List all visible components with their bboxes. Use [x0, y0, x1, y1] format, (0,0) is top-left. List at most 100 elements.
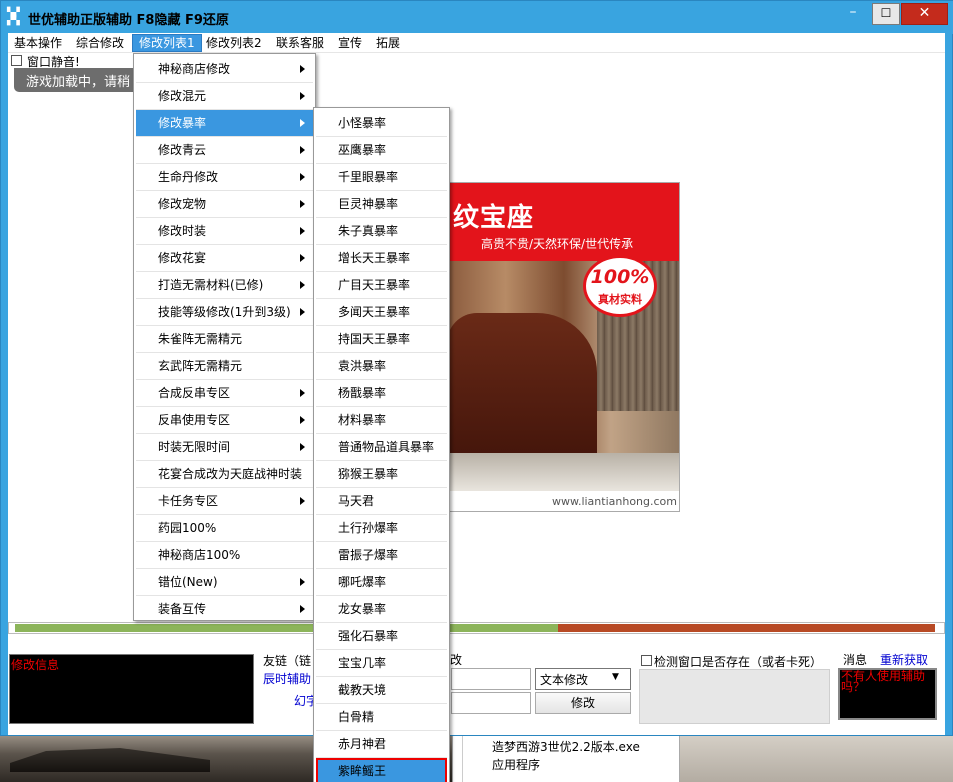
menu1-item[interactable]: 技能等级修改(1升到3级): [136, 299, 313, 325]
ad-subtitle: 高贵不贵/天然环保/世代传承: [481, 237, 634, 251]
menu1-item[interactable]: 生命丹修改: [136, 164, 313, 190]
menu2-item[interactable]: 巫鹰暴率: [316, 137, 447, 163]
menubar-item-2[interactable]: 修改列表1: [132, 34, 202, 52]
menu2-item[interactable]: 广目天王暴率: [316, 272, 447, 298]
messages-textbox[interactable]: 不有人使用辅助吗？: [838, 668, 937, 720]
menu1-item[interactable]: 装备互传: [136, 596, 313, 622]
menubar-item-0[interactable]: 基本操作: [8, 34, 68, 52]
menu2-item[interactable]: 杨戬暴率: [316, 380, 447, 406]
menu1-item-label: 药园100%: [158, 521, 217, 535]
chevron-right-icon: [300, 200, 305, 208]
menu1-item-label: 修改混元: [158, 89, 207, 103]
process-name[interactable]: 造梦西游3世优2.2版本.exe: [492, 738, 640, 755]
menu2-item[interactable]: 马天君: [316, 488, 447, 514]
menu2-item[interactable]: 土行孙爆率: [316, 515, 447, 541]
value-input[interactable]: [451, 692, 531, 714]
menu1-item[interactable]: 朱雀阵无需精元: [136, 326, 313, 352]
menu2-item-label: 土行孙爆率: [338, 521, 399, 535]
menu2-item[interactable]: 猕猴王暴率: [316, 461, 447, 487]
menu2-item[interactable]: 增长天王暴率: [316, 245, 447, 271]
menu-bar: 基本操作 综合修改 修改列表1 修改列表2 联系客服 宣传 拓展: [8, 33, 945, 53]
chevron-right-icon: [300, 497, 305, 505]
menubar-item-4[interactable]: 联系客服: [270, 34, 330, 52]
menu1-item[interactable]: 花宴合成改为天庭战神时装: [136, 461, 313, 487]
chevron-right-icon: [300, 254, 305, 262]
menu1-item[interactable]: 修改宠物: [136, 191, 313, 217]
menu1-item[interactable]: 反串使用专区: [136, 407, 313, 433]
menu2-item[interactable]: 紫眸鳐王: [316, 758, 447, 782]
menu2-item[interactable]: 龙女暴率: [316, 596, 447, 622]
chevron-right-icon: [300, 146, 305, 154]
menu1-item[interactable]: 时装无限时间: [136, 434, 313, 460]
menu2-item-label: 雷振子爆率: [338, 548, 399, 562]
address-input[interactable]: [451, 668, 531, 690]
edit-label: 改: [450, 653, 463, 667]
menu1-item[interactable]: 修改混元: [136, 83, 313, 109]
close-button[interactable]: ✕: [901, 3, 948, 25]
menu1-item[interactable]: 药园100%: [136, 515, 313, 541]
menu2-item[interactable]: 多闻天王暴率: [316, 299, 447, 325]
menu2-item[interactable]: 赤月神君: [316, 731, 447, 757]
menu1-item-label: 修改时装: [158, 224, 207, 238]
menu1-item-label: 神秘商店修改: [158, 62, 231, 76]
menu2-item[interactable]: 千里眼暴率: [316, 164, 447, 190]
menubar-item-6[interactable]: 拓展: [370, 34, 406, 52]
ad-banner[interactable]: 纹宝座 高贵不贵/天然环保/世代传承 100% 真材实料 www.liantia…: [446, 182, 680, 512]
menu2-item[interactable]: 白骨精: [316, 704, 447, 730]
title-bar[interactable]: ▚▞ ▞▚ 世优辅助正版辅助 F8隐藏 F9还原 – ☐ ✕: [1, 1, 953, 34]
maximize-button[interactable]: ☐: [872, 3, 900, 25]
menu2-item[interactable]: 强化石暴率: [316, 623, 447, 649]
menu1-item[interactable]: 神秘商店100%: [136, 542, 313, 568]
chevron-right-icon: [300, 308, 305, 316]
menu1-item[interactable]: 玄武阵无需精元: [136, 353, 313, 379]
menubar-item-5[interactable]: 宣传: [332, 34, 368, 52]
log-textbox[interactable]: 修改信息: [9, 654, 254, 724]
menu1-item-label: 错位(New): [158, 575, 218, 589]
menu2-item[interactable]: 小怪暴率: [316, 110, 447, 136]
menu1-item[interactable]: 修改暴率: [136, 110, 313, 136]
detect-window-checkbox[interactable]: [641, 655, 652, 666]
menu1-item[interactable]: 合成反串专区: [136, 380, 313, 406]
menu2-item[interactable]: 宝宝几率: [316, 650, 447, 676]
menu2-item-label: 增长天王暴率: [338, 251, 411, 265]
mute-checkbox[interactable]: [11, 55, 22, 66]
menu1-item-label: 神秘商店100%: [158, 548, 241, 562]
chevron-down-icon: ▼: [612, 672, 619, 682]
menu2-item[interactable]: 巨灵神暴率: [316, 191, 447, 217]
process-list-gutter: [453, 735, 463, 782]
menu2-item[interactable]: 持国天王暴率: [316, 326, 447, 352]
menu1-item[interactable]: 修改花宴: [136, 245, 313, 271]
menubar-item-1[interactable]: 综合修改: [70, 34, 130, 52]
menu1-item-label: 合成反串专区: [158, 386, 231, 400]
menu1-item[interactable]: 错位(New): [136, 569, 313, 595]
menu1-item-label: 玄武阵无需精元: [158, 359, 243, 373]
menu1-item-label: 反串使用专区: [158, 413, 231, 427]
menu2-item[interactable]: 袁洪暴率: [316, 353, 447, 379]
menu2-item[interactable]: 材料暴率: [316, 407, 447, 433]
menu2-item[interactable]: 截教天境: [316, 677, 447, 703]
menubar-item-3[interactable]: 修改列表2: [200, 34, 268, 52]
menu1-item-label: 技能等级修改(1升到3级): [158, 305, 291, 319]
link-chenshi[interactable]: 辰时辅助: [263, 670, 311, 687]
refresh-link[interactable]: 重新获取: [880, 651, 928, 668]
menu1-item[interactable]: 神秘商店修改: [136, 56, 313, 82]
menu2-item[interactable]: 普通物品道具暴率: [316, 434, 447, 460]
ad-badge: 100% 真材实料: [583, 255, 657, 317]
menu1-item-label: 修改暴率: [158, 116, 207, 130]
menu1-item-label: 卡任务专区: [158, 494, 219, 508]
menu2-item[interactable]: 雷振子爆率: [316, 542, 447, 568]
menu1-item-label: 朱雀阵无需精元: [158, 332, 243, 346]
menu2-item[interactable]: 朱子真暴率: [316, 218, 447, 244]
menu1-item-label: 修改青云: [158, 143, 207, 157]
minimize-button[interactable]: –: [838, 3, 868, 25]
modify-button[interactable]: 修改: [535, 692, 631, 714]
menu2-item-label: 多闻天王暴率: [338, 305, 411, 319]
menu1-item[interactable]: 修改时装: [136, 218, 313, 244]
menu2-item-label: 持国天王暴率: [338, 332, 411, 346]
menu2-item[interactable]: 哪吒爆率: [316, 569, 447, 595]
menu1-item-label: 打造无需材料(已修): [158, 278, 264, 292]
chevron-right-icon: [300, 65, 305, 73]
menu1-item[interactable]: 打造无需材料(已修): [136, 272, 313, 298]
menu1-item[interactable]: 修改青云: [136, 137, 313, 163]
menu1-item[interactable]: 卡任务专区: [136, 488, 313, 514]
